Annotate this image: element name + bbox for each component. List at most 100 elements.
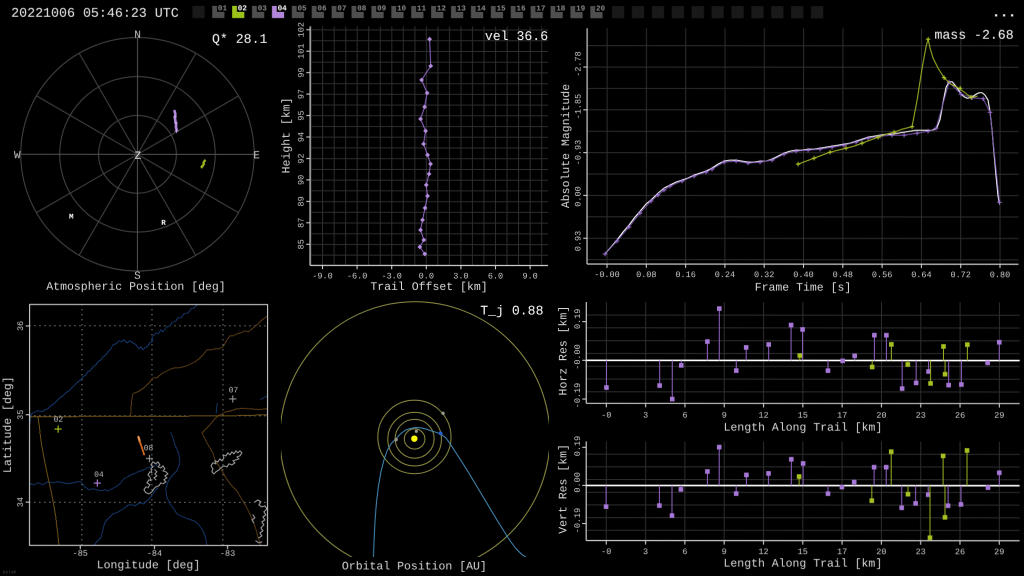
svg-text:9: 9: [722, 547, 727, 557]
svg-text:0.93: 0.93: [574, 231, 584, 251]
svg-text:0.80: 0.80: [990, 270, 1010, 280]
svg-text:15: 15: [497, 6, 507, 14]
svg-text:T_j 0.88: T_j 0.88: [480, 303, 543, 318]
svg-text:0.40: 0.40: [793, 270, 813, 280]
svg-text:14: 14: [477, 6, 487, 14]
svg-text:Latitude [deg]: Latitude [deg]: [2, 376, 15, 473]
svg-text:90: 90: [297, 175, 307, 185]
svg-text:12: 12: [758, 411, 768, 421]
svg-text:19: 19: [576, 5, 586, 14]
svg-text:101: 101: [297, 44, 307, 59]
svg-text:89: 89: [297, 196, 307, 206]
svg-text:0.00: 0.00: [574, 186, 584, 206]
svg-text:6: 6: [682, 547, 687, 557]
svg-text:0.72: 0.72: [951, 270, 971, 280]
svg-text:pylab: pylab: [3, 569, 17, 575]
svg-text:-0: -0: [601, 547, 611, 557]
svg-text:6.0: 6.0: [488, 271, 503, 281]
svg-text:08: 08: [144, 444, 154, 453]
svg-text:9.0: 9.0: [522, 272, 537, 282]
svg-text:9: 9: [722, 411, 727, 421]
svg-text:Longitude [deg]: Longitude [deg]: [97, 559, 201, 572]
svg-text:Vert Res [km]: Vert Res [km]: [557, 444, 570, 534]
svg-text:15: 15: [798, 411, 808, 421]
svg-text:97: 97: [297, 89, 307, 99]
svg-text:0.19: 0.19: [573, 309, 583, 329]
svg-text:02: 02: [54, 416, 64, 425]
svg-text:35: 35: [16, 410, 26, 420]
svg-text:01: 01: [218, 4, 228, 13]
svg-text:20221006 05:46:23 UTC: 20221006 05:46:23 UTC: [11, 6, 179, 21]
svg-text:29: 29: [994, 411, 1004, 421]
svg-text:Atmospheric Position [deg]: Atmospheric Position [deg]: [46, 281, 225, 294]
svg-text:11: 11: [417, 6, 427, 14]
svg-text:-83: -83: [220, 549, 235, 559]
svg-text:Length Along Trail [km]: Length Along Trail [km]: [724, 421, 883, 434]
svg-text:0.32: 0.32: [754, 270, 774, 280]
svg-text:-0.93: -0.93: [574, 140, 584, 166]
svg-text:R: R: [161, 220, 166, 228]
svg-text:06: 06: [317, 4, 327, 13]
svg-text:Q* 28.1: Q* 28.1: [212, 32, 267, 47]
svg-text:102: 102: [297, 22, 307, 37]
svg-text:W: W: [14, 150, 21, 162]
svg-text:E: E: [253, 150, 260, 162]
svg-text:N: N: [134, 30, 141, 42]
svg-text:-1.85: -1.85: [574, 94, 584, 120]
svg-text:Trail Offset [km]: Trail Offset [km]: [370, 281, 487, 294]
svg-text:04: 04: [278, 4, 288, 13]
svg-text:18: 18: [556, 5, 566, 14]
svg-text:20: 20: [876, 411, 886, 421]
svg-text:20: 20: [876, 547, 886, 557]
svg-text:08: 08: [357, 5, 367, 14]
svg-text:17: 17: [837, 547, 847, 557]
svg-text:Horz Res [km]: Horz Res [km]: [557, 306, 570, 396]
svg-text:16: 16: [516, 5, 526, 14]
svg-text:95: 95: [297, 110, 307, 120]
svg-text:17: 17: [837, 411, 847, 421]
svg-text:Z: Z: [135, 151, 142, 163]
svg-text:-9.0: -9.0: [312, 271, 332, 281]
svg-text:34: 34: [16, 497, 26, 507]
svg-text:3: 3: [643, 547, 648, 557]
svg-text:0.48: 0.48: [833, 270, 853, 280]
svg-text:09: 09: [377, 5, 387, 14]
svg-text:17: 17: [536, 6, 546, 14]
svg-text:0.24: 0.24: [715, 270, 735, 280]
svg-text:-85: -85: [73, 549, 88, 559]
svg-text:-6.0: -6.0: [347, 271, 367, 281]
svg-text:M: M: [69, 214, 74, 222]
svg-text:-0: -0: [601, 410, 611, 420]
svg-text:26: 26: [955, 411, 965, 421]
svg-text:12: 12: [437, 5, 447, 14]
svg-text:mass -2.68: mass -2.68: [934, 28, 1013, 43]
svg-text:04: 04: [94, 471, 104, 480]
svg-text:23: 23: [916, 547, 926, 557]
svg-text:03: 03: [258, 4, 268, 13]
svg-text:-0.00: -0.00: [573, 344, 583, 370]
svg-text:87: 87: [297, 218, 307, 228]
svg-text:Orbital Position [AU]: Orbital Position [AU]: [342, 560, 487, 573]
svg-text:vel 36.6: vel 36.6: [485, 29, 548, 44]
svg-text:99: 99: [297, 67, 307, 77]
svg-text:-0.19: -0.19: [573, 508, 583, 534]
svg-text:0.64: 0.64: [911, 270, 931, 280]
svg-text:36: 36: [16, 321, 26, 331]
svg-text:07: 07: [337, 5, 347, 14]
svg-text:0.19: 0.19: [573, 436, 583, 456]
svg-text:92: 92: [297, 153, 307, 163]
svg-text:0.08: 0.08: [636, 270, 656, 280]
svg-text:10: 10: [397, 5, 407, 14]
svg-text:15: 15: [798, 547, 808, 557]
svg-text:13: 13: [457, 5, 467, 14]
svg-text:05: 05: [298, 4, 308, 13]
svg-text:-84: -84: [147, 549, 162, 559]
svg-text:Absolute Magnitude: Absolute Magnitude: [560, 84, 573, 208]
svg-text:0.00: 0.00: [573, 472, 583, 492]
svg-text:-0.00: -0.00: [594, 270, 620, 280]
svg-text:0.56: 0.56: [872, 270, 892, 280]
svg-text:85: 85: [297, 239, 307, 249]
svg-text:3: 3: [643, 410, 648, 420]
svg-text:94: 94: [297, 132, 307, 142]
svg-text:Frame Time [s]: Frame Time [s]: [755, 281, 852, 294]
